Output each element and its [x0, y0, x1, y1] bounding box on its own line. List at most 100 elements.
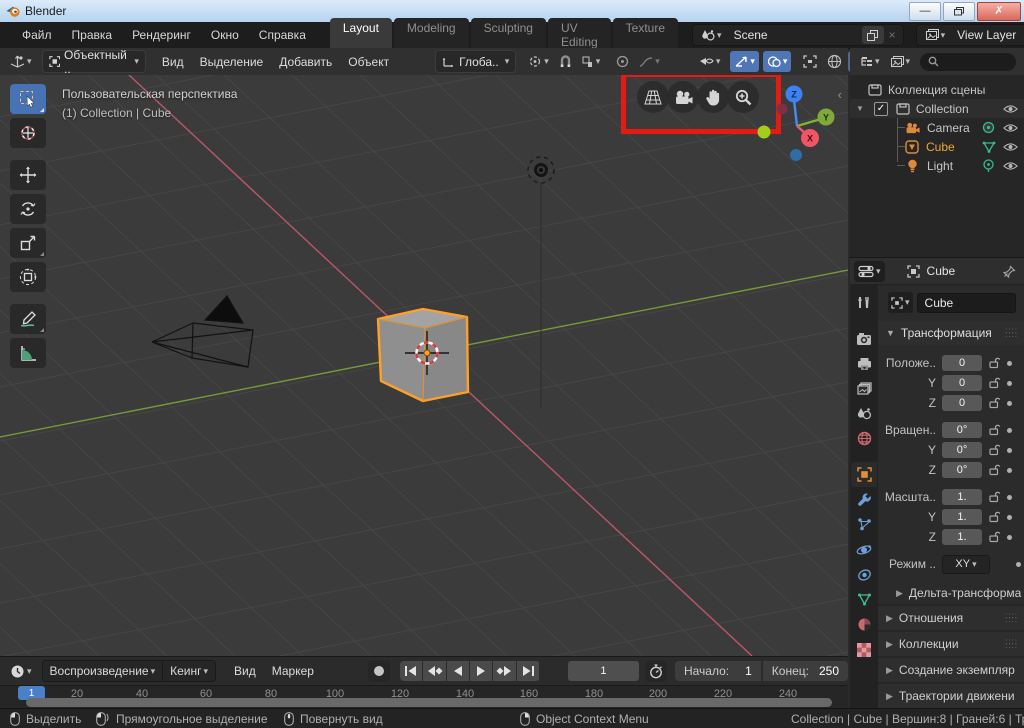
lock-open-icon[interactable]	[989, 491, 1000, 503]
menu-select[interactable]: Выделение	[192, 55, 272, 69]
play-button[interactable]	[470, 661, 493, 681]
proportional-falloff-dropdown[interactable]: ▾	[635, 51, 664, 72]
animate-dot-icon[interactable]	[1007, 534, 1012, 540]
tab-uv-editing[interactable]: UV Editing	[547, 18, 611, 52]
timeline-menu-marker[interactable]: Маркер	[264, 664, 322, 678]
use-preview-range-button[interactable]	[644, 660, 667, 682]
tab-physics[interactable]	[851, 537, 877, 562]
tab-tool[interactable]	[851, 290, 877, 315]
animate-dot-icon[interactable]	[1007, 380, 1012, 386]
editor-type-button[interactable]: ▾	[6, 51, 36, 72]
snap-settings-dropdown[interactable]: ▾	[578, 51, 605, 72]
hide-eye-icon[interactable]	[1003, 104, 1018, 114]
menu-file[interactable]: Файл	[12, 28, 62, 42]
collection-checkbox[interactable]: ✓	[873, 101, 888, 116]
gizmo-minus-x-axis[interactable]	[776, 103, 788, 115]
keying-dropdown[interactable]: Кеинг ▾	[163, 660, 217, 682]
object-browse-button[interactable]: ▾	[888, 292, 913, 313]
tab-object-data[interactable]	[851, 587, 877, 612]
lock-open-icon[interactable]	[989, 424, 1000, 436]
xray-toggle[interactable]	[799, 51, 821, 72]
outliner-row-collection[interactable]: ▼ ✓ Collection	[850, 99, 1024, 118]
pan-view-gizmo[interactable]	[697, 81, 729, 113]
animate-dot-icon[interactable]	[1007, 447, 1012, 453]
rotation-y-field[interactable]: 0°	[942, 442, 982, 458]
gizmo-minus-z-axis[interactable]	[790, 149, 802, 161]
scene-unlink-button[interactable]: ×	[884, 28, 901, 42]
tab-constraints[interactable]	[851, 562, 877, 587]
viewport-3d[interactable]: Пользовательская перспектива (1) Collect…	[0, 75, 848, 656]
menu-add[interactable]: Добавить	[271, 55, 340, 69]
tab-render[interactable]	[851, 326, 877, 351]
animate-dot-icon[interactable]	[1007, 360, 1012, 366]
scale-z-field[interactable]: 1.	[942, 529, 982, 545]
lock-open-icon[interactable]	[989, 397, 1000, 409]
tool-move[interactable]	[10, 160, 46, 190]
scale-x-field[interactable]: 1.	[942, 489, 982, 505]
animate-dot-icon[interactable]	[1007, 494, 1012, 500]
tool-select-box[interactable]	[10, 84, 46, 114]
timeline-scrollbar[interactable]	[26, 698, 832, 707]
mode-dropdown[interactable]: Объектный .. ▾	[41, 48, 146, 76]
tab-texture[interactable]: Texture	[612, 18, 679, 52]
navigation-gizmo[interactable]: Z Y X	[745, 75, 845, 175]
restore-button[interactable]	[943, 2, 975, 21]
animate-dot-icon[interactable]	[1007, 514, 1012, 520]
outliner-row-light[interactable]: Light	[850, 156, 1024, 175]
cube-object[interactable]	[376, 307, 470, 403]
playback-dropdown[interactable]: Воспроизведение ▾	[41, 660, 164, 682]
outliner-row-camera[interactable]: Camera	[850, 118, 1024, 137]
expand-arrow-icon[interactable]: ▼	[856, 104, 864, 113]
hide-eye-icon[interactable]	[1003, 123, 1018, 133]
scene-browse-button[interactable]: ▾	[697, 25, 726, 46]
lock-open-icon[interactable]	[989, 464, 1000, 476]
gizmo-minus-y-axis[interactable]	[757, 125, 771, 139]
lock-open-icon[interactable]	[989, 531, 1000, 543]
outliner-row-cube[interactable]: Cube	[850, 137, 1024, 156]
tab-world[interactable]	[851, 426, 877, 451]
camera-object[interactable]	[151, 294, 254, 368]
menu-help[interactable]: Справка	[249, 28, 316, 42]
light-data-icon[interactable]	[982, 158, 995, 173]
animate-dot-icon[interactable]	[1016, 561, 1021, 567]
jump-to-end-button[interactable]	[516, 661, 540, 681]
lock-open-icon[interactable]	[989, 357, 1000, 369]
overlays-toggle-dropdown[interactable]: ▾	[762, 51, 792, 72]
tab-modeling[interactable]: Modeling	[393, 18, 469, 52]
snap-toggle[interactable]	[555, 51, 576, 72]
menu-window[interactable]: Окно	[201, 28, 249, 42]
tab-texture[interactable]	[851, 637, 877, 662]
tool-cursor[interactable]	[10, 118, 46, 148]
auto-keying-record-button[interactable]	[367, 660, 390, 682]
frame-end-field[interactable]: Конец: 250	[762, 661, 848, 681]
view-layer-browse-button[interactable]: ▾	[921, 25, 950, 46]
animate-dot-icon[interactable]	[1007, 400, 1012, 406]
tool-rotate[interactable]	[10, 194, 46, 224]
tab-sculpting[interactable]: Sculpting	[470, 18, 546, 52]
instancing-panel[interactable]: ▶ Создание экземпляр	[878, 656, 1024, 682]
tab-layout[interactable]: Layout	[329, 18, 392, 52]
location-x-field[interactable]: 0	[942, 355, 982, 371]
motion-paths-panel[interactable]: ▶ Траектории движени	[878, 682, 1024, 708]
breadcrumb-object-name[interactable]: Cube	[927, 264, 956, 278]
lock-open-icon[interactable]	[989, 444, 1000, 456]
timeline-editor-type-button[interactable]: ▾	[6, 661, 36, 682]
gizmo-toggle-dropdown[interactable]: ▾	[730, 51, 759, 72]
collections-panel[interactable]: ▶ Коллекции ::::::::	[878, 630, 1024, 656]
scene-new-button[interactable]	[861, 26, 884, 44]
close-button[interactable]: ✗	[977, 2, 1021, 21]
outliner-search-field[interactable]	[920, 52, 1016, 71]
mesh-data-icon[interactable]	[982, 141, 996, 153]
next-keyframe-button[interactable]	[493, 661, 516, 681]
view-layer-name[interactable]: View Layer	[949, 28, 1024, 42]
tab-modifiers[interactable]	[851, 487, 877, 512]
prev-keyframe-button[interactable]	[423, 661, 446, 681]
menu-view[interactable]: Вид	[154, 55, 192, 69]
lock-open-icon[interactable]	[989, 377, 1000, 389]
frame-start-field[interactable]: Начало: 1	[674, 661, 761, 681]
transform-orientation-dropdown[interactable]: Глоба.. ▾	[435, 50, 517, 73]
outliner-filter-dropdown[interactable]: ▾	[886, 51, 915, 72]
tab-view-layer[interactable]	[851, 376, 877, 401]
tab-output[interactable]	[851, 351, 877, 376]
outliner-row-scene-collection[interactable]: Коллекция сцены	[850, 80, 1024, 99]
